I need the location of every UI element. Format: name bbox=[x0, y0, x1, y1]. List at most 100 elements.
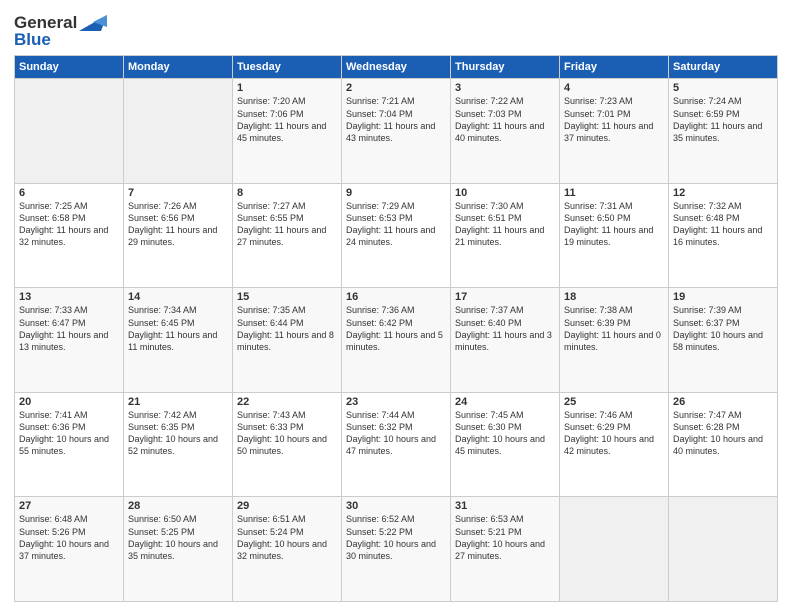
logo-blue-text: Blue bbox=[14, 31, 107, 50]
day-number: 7 bbox=[128, 187, 228, 199]
day-info: Sunrise: 7:22 AM Sunset: 7:03 PM Dayligh… bbox=[455, 95, 555, 144]
calendar-cell: 27Sunrise: 6:48 AM Sunset: 5:26 PM Dayli… bbox=[15, 497, 124, 602]
calendar-cell: 11Sunrise: 7:31 AM Sunset: 6:50 PM Dayli… bbox=[560, 183, 669, 288]
day-info: Sunrise: 7:34 AM Sunset: 6:45 PM Dayligh… bbox=[128, 304, 228, 353]
calendar-cell: 22Sunrise: 7:43 AM Sunset: 6:33 PM Dayli… bbox=[233, 392, 342, 497]
day-number: 1 bbox=[237, 82, 337, 94]
day-info: Sunrise: 6:50 AM Sunset: 5:25 PM Dayligh… bbox=[128, 513, 228, 562]
calendar-cell: 29Sunrise: 6:51 AM Sunset: 5:24 PM Dayli… bbox=[233, 497, 342, 602]
day-info: Sunrise: 7:35 AM Sunset: 6:44 PM Dayligh… bbox=[237, 304, 337, 353]
calendar-cell: 6Sunrise: 7:25 AM Sunset: 6:58 PM Daylig… bbox=[15, 183, 124, 288]
logo: General Blue bbox=[14, 10, 107, 49]
day-number: 29 bbox=[237, 500, 337, 512]
calendar-cell: 30Sunrise: 6:52 AM Sunset: 5:22 PM Dayli… bbox=[342, 497, 451, 602]
day-info: Sunrise: 7:33 AM Sunset: 6:47 PM Dayligh… bbox=[19, 304, 119, 353]
day-info: Sunrise: 7:42 AM Sunset: 6:35 PM Dayligh… bbox=[128, 409, 228, 458]
column-header-tuesday: Tuesday bbox=[233, 56, 342, 79]
calendar-cell: 17Sunrise: 7:37 AM Sunset: 6:40 PM Dayli… bbox=[451, 288, 560, 393]
day-number: 17 bbox=[455, 291, 555, 303]
day-number: 11 bbox=[564, 187, 664, 199]
day-number: 15 bbox=[237, 291, 337, 303]
day-number: 9 bbox=[346, 187, 446, 199]
day-info: Sunrise: 7:26 AM Sunset: 6:56 PM Dayligh… bbox=[128, 200, 228, 249]
day-info: Sunrise: 7:27 AM Sunset: 6:55 PM Dayligh… bbox=[237, 200, 337, 249]
day-number: 26 bbox=[673, 396, 773, 408]
day-info: Sunrise: 7:36 AM Sunset: 6:42 PM Dayligh… bbox=[346, 304, 446, 353]
day-info: Sunrise: 6:48 AM Sunset: 5:26 PM Dayligh… bbox=[19, 513, 119, 562]
calendar-cell: 4Sunrise: 7:23 AM Sunset: 7:01 PM Daylig… bbox=[560, 79, 669, 184]
column-header-sunday: Sunday bbox=[15, 56, 124, 79]
day-number: 14 bbox=[128, 291, 228, 303]
day-info: Sunrise: 6:53 AM Sunset: 5:21 PM Dayligh… bbox=[455, 513, 555, 562]
day-number: 12 bbox=[673, 187, 773, 199]
header: General Blue bbox=[14, 10, 778, 49]
calendar-week-row: 13Sunrise: 7:33 AM Sunset: 6:47 PM Dayli… bbox=[15, 288, 778, 393]
day-info: Sunrise: 7:39 AM Sunset: 6:37 PM Dayligh… bbox=[673, 304, 773, 353]
day-number: 22 bbox=[237, 396, 337, 408]
calendar-cell: 13Sunrise: 7:33 AM Sunset: 6:47 PM Dayli… bbox=[15, 288, 124, 393]
calendar-cell: 23Sunrise: 7:44 AM Sunset: 6:32 PM Dayli… bbox=[342, 392, 451, 497]
day-info: Sunrise: 7:29 AM Sunset: 6:53 PM Dayligh… bbox=[346, 200, 446, 249]
logo-bird-icon bbox=[79, 9, 107, 31]
calendar-cell: 20Sunrise: 7:41 AM Sunset: 6:36 PM Dayli… bbox=[15, 392, 124, 497]
day-number: 6 bbox=[19, 187, 119, 199]
column-header-saturday: Saturday bbox=[669, 56, 778, 79]
calendar-cell: 19Sunrise: 7:39 AM Sunset: 6:37 PM Dayli… bbox=[669, 288, 778, 393]
calendar-cell: 7Sunrise: 7:26 AM Sunset: 6:56 PM Daylig… bbox=[124, 183, 233, 288]
day-number: 30 bbox=[346, 500, 446, 512]
day-number: 3 bbox=[455, 82, 555, 94]
day-number: 18 bbox=[564, 291, 664, 303]
day-info: Sunrise: 7:25 AM Sunset: 6:58 PM Dayligh… bbox=[19, 200, 119, 249]
calendar-cell: 8Sunrise: 7:27 AM Sunset: 6:55 PM Daylig… bbox=[233, 183, 342, 288]
day-number: 21 bbox=[128, 396, 228, 408]
calendar-cell bbox=[560, 497, 669, 602]
calendar-week-row: 1Sunrise: 7:20 AM Sunset: 7:06 PM Daylig… bbox=[15, 79, 778, 184]
day-number: 2 bbox=[346, 82, 446, 94]
day-info: Sunrise: 7:37 AM Sunset: 6:40 PM Dayligh… bbox=[455, 304, 555, 353]
day-info: Sunrise: 7:30 AM Sunset: 6:51 PM Dayligh… bbox=[455, 200, 555, 249]
day-number: 8 bbox=[237, 187, 337, 199]
day-number: 27 bbox=[19, 500, 119, 512]
calendar-cell: 21Sunrise: 7:42 AM Sunset: 6:35 PM Dayli… bbox=[124, 392, 233, 497]
day-number: 20 bbox=[19, 396, 119, 408]
calendar-page: General Blue SundayMondayTuesdayWednesda… bbox=[0, 0, 792, 612]
calendar-cell: 16Sunrise: 7:36 AM Sunset: 6:42 PM Dayli… bbox=[342, 288, 451, 393]
calendar-table: SundayMondayTuesdayWednesdayThursdayFrid… bbox=[14, 55, 778, 602]
calendar-week-row: 20Sunrise: 7:41 AM Sunset: 6:36 PM Dayli… bbox=[15, 392, 778, 497]
day-number: 4 bbox=[564, 82, 664, 94]
column-header-wednesday: Wednesday bbox=[342, 56, 451, 79]
calendar-cell: 5Sunrise: 7:24 AM Sunset: 6:59 PM Daylig… bbox=[669, 79, 778, 184]
day-number: 10 bbox=[455, 187, 555, 199]
day-number: 19 bbox=[673, 291, 773, 303]
day-number: 23 bbox=[346, 396, 446, 408]
day-info: Sunrise: 7:46 AM Sunset: 6:29 PM Dayligh… bbox=[564, 409, 664, 458]
day-info: Sunrise: 7:44 AM Sunset: 6:32 PM Dayligh… bbox=[346, 409, 446, 458]
calendar-cell bbox=[15, 79, 124, 184]
calendar-cell: 15Sunrise: 7:35 AM Sunset: 6:44 PM Dayli… bbox=[233, 288, 342, 393]
day-number: 25 bbox=[564, 396, 664, 408]
logo-container: General Blue bbox=[14, 14, 107, 49]
column-header-thursday: Thursday bbox=[451, 56, 560, 79]
day-info: Sunrise: 7:31 AM Sunset: 6:50 PM Dayligh… bbox=[564, 200, 664, 249]
calendar-cell: 2Sunrise: 7:21 AM Sunset: 7:04 PM Daylig… bbox=[342, 79, 451, 184]
day-info: Sunrise: 6:51 AM Sunset: 5:24 PM Dayligh… bbox=[237, 513, 337, 562]
day-info: Sunrise: 7:23 AM Sunset: 7:01 PM Dayligh… bbox=[564, 95, 664, 144]
calendar-cell: 9Sunrise: 7:29 AM Sunset: 6:53 PM Daylig… bbox=[342, 183, 451, 288]
calendar-cell: 18Sunrise: 7:38 AM Sunset: 6:39 PM Dayli… bbox=[560, 288, 669, 393]
calendar-cell: 31Sunrise: 6:53 AM Sunset: 5:21 PM Dayli… bbox=[451, 497, 560, 602]
calendar-header-row: SundayMondayTuesdayWednesdayThursdayFrid… bbox=[15, 56, 778, 79]
day-number: 13 bbox=[19, 291, 119, 303]
calendar-week-row: 27Sunrise: 6:48 AM Sunset: 5:26 PM Dayli… bbox=[15, 497, 778, 602]
calendar-cell bbox=[669, 497, 778, 602]
day-info: Sunrise: 7:20 AM Sunset: 7:06 PM Dayligh… bbox=[237, 95, 337, 144]
column-header-friday: Friday bbox=[560, 56, 669, 79]
day-number: 28 bbox=[128, 500, 228, 512]
calendar-cell: 26Sunrise: 7:47 AM Sunset: 6:28 PM Dayli… bbox=[669, 392, 778, 497]
day-info: Sunrise: 7:41 AM Sunset: 6:36 PM Dayligh… bbox=[19, 409, 119, 458]
column-header-monday: Monday bbox=[124, 56, 233, 79]
calendar-cell: 28Sunrise: 6:50 AM Sunset: 5:25 PM Dayli… bbox=[124, 497, 233, 602]
calendar-cell bbox=[124, 79, 233, 184]
calendar-cell: 10Sunrise: 7:30 AM Sunset: 6:51 PM Dayli… bbox=[451, 183, 560, 288]
day-info: Sunrise: 7:24 AM Sunset: 6:59 PM Dayligh… bbox=[673, 95, 773, 144]
day-info: Sunrise: 7:45 AM Sunset: 6:30 PM Dayligh… bbox=[455, 409, 555, 458]
